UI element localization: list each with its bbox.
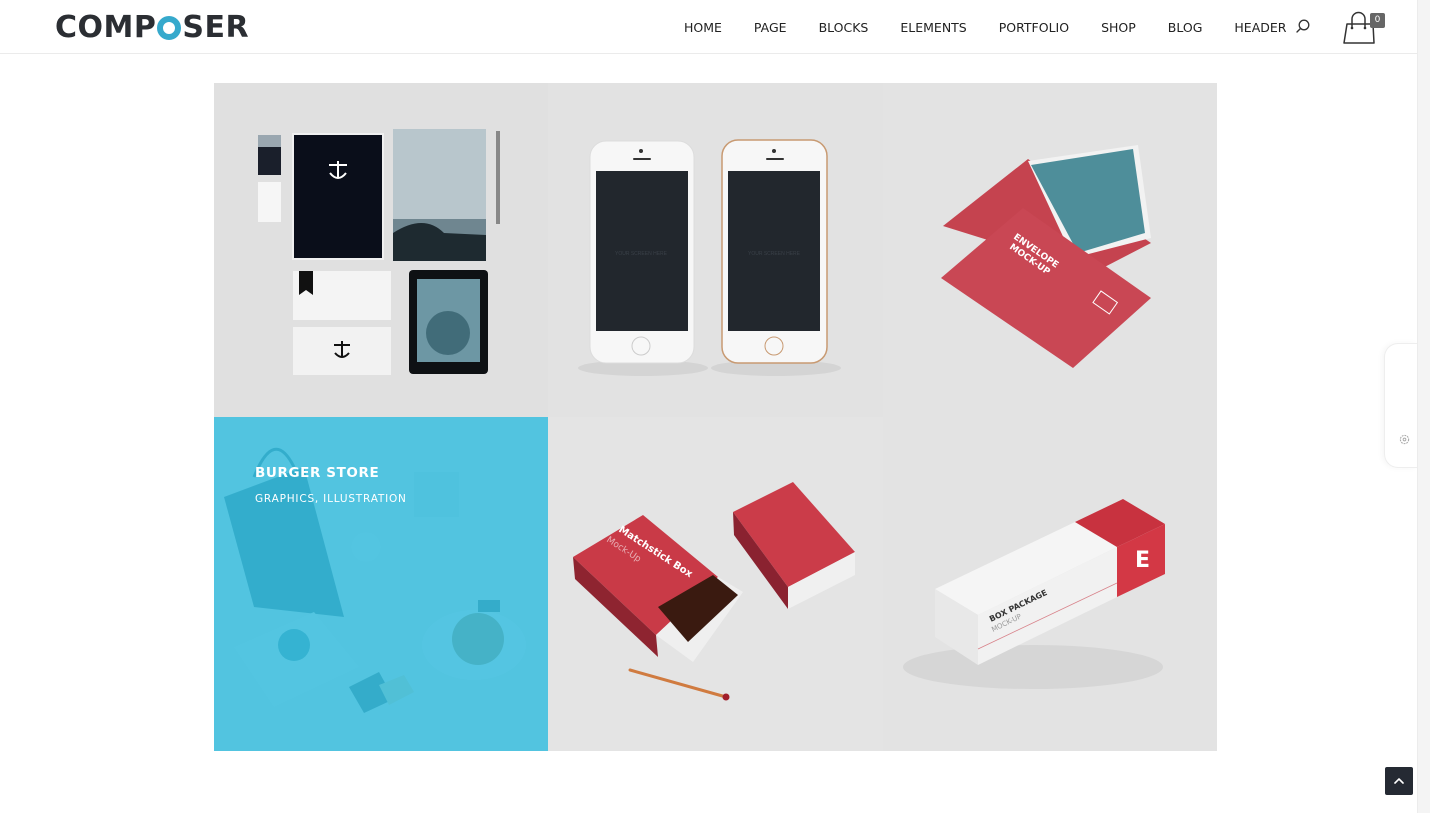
back-to-top-button[interactable] [1385, 767, 1413, 795]
nav-portfolio[interactable]: Portfolio [983, 20, 1085, 35]
box-letter: E [1135, 548, 1150, 573]
portfolio-item-stationery[interactable] [214, 83, 548, 417]
nav-blog[interactable]: Blog [1152, 20, 1219, 35]
logo[interactable]: COMP SER [55, 9, 250, 45]
chevron-up-icon [1394, 778, 1404, 784]
portfolio-item-categories: Graphics, Illustration [255, 493, 407, 505]
stationery-mockup-image [214, 83, 548, 417]
portfolio-item-envelopes[interactable]: ENVELOPE MOCK-UP [883, 83, 1217, 417]
nav-shop[interactable]: Shop [1085, 20, 1152, 35]
gear-icon [1399, 434, 1410, 445]
portfolio-item-title[interactable]: Burger Store [255, 465, 379, 481]
nav-elements[interactable]: Elements [884, 20, 982, 35]
envelope-mockup-image: ENVELOPE MOCK-UP [883, 83, 1217, 417]
page: COMP SER Home Page Blocks Elements Portfo… [0, 0, 1430, 813]
portfolio-item-box-package[interactable]: E BOX PACKAGE MOCK-UP [883, 417, 1217, 751]
page-scrollbar[interactable] [1417, 0, 1430, 813]
site-header: COMP SER Home Page Blocks Elements Portfo… [0, 0, 1417, 54]
search-icon[interactable] [1295, 18, 1311, 34]
logo-o-ring [157, 16, 182, 40]
portfolio-item-iphones[interactable]: YOUR SCREEN HERE YOUR SCREEN HERE [548, 83, 883, 417]
portfolio-item-burger-store[interactable]: Burger Store Graphics, Illustration [214, 417, 548, 751]
portfolio-item-matchstick[interactable]: Matchstick Box Mock-Up [548, 417, 883, 751]
nav-page[interactable]: Page [738, 20, 803, 35]
cart-count-badge: 0 [1370, 13, 1385, 28]
portfolio-grid: YOUR SCREEN HERE YOUR SCREEN HERE ENVELO… [214, 83, 1217, 751]
matchstick-mockup-image: Matchstick Box Mock-Up [548, 417, 883, 751]
iphone-screen-text-right: YOUR SCREEN HERE [748, 251, 801, 257]
iphone-mockup-image: YOUR SCREEN HERE YOUR SCREEN HERE [548, 83, 883, 417]
settings-panel-toggle[interactable]: SETTINGS [1384, 313, 1427, 468]
box-package-mockup-image: E BOX PACKAGE MOCK-UP [883, 417, 1217, 751]
nav-home[interactable]: Home [668, 20, 738, 35]
nav-blocks[interactable]: Blocks [803, 20, 885, 35]
logo-text-end: SER [182, 9, 250, 45]
nav-header[interactable]: Header [1218, 20, 1302, 35]
logo-text-start: COMP [55, 9, 157, 45]
main-nav: Home Page Blocks Elements Portfolio Shop… [668, 0, 1302, 54]
iphone-screen-text-left: YOUR SCREEN HERE [615, 251, 668, 257]
